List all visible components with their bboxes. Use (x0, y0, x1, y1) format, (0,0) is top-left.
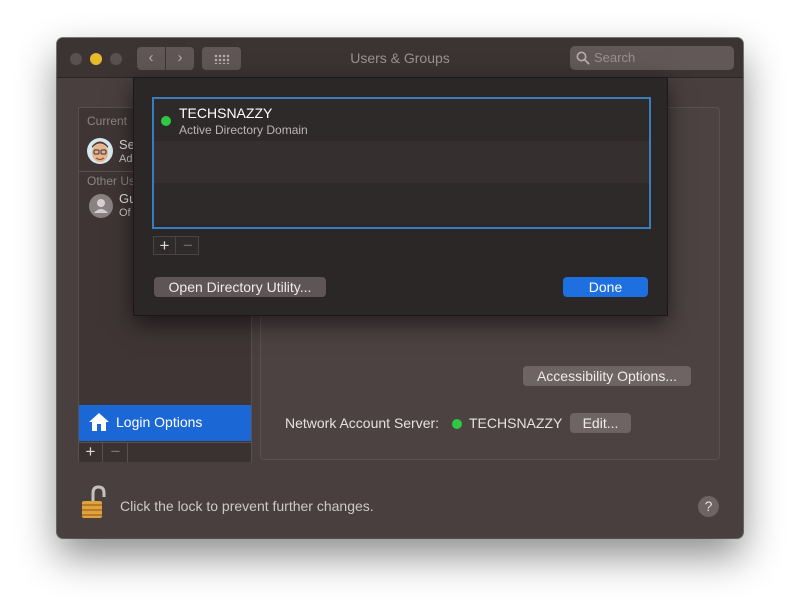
avatar (87, 138, 113, 164)
current-user-section-label: Current (87, 114, 128, 128)
server-list[interactable]: TECHSNAZZY Active Directory Domain (152, 97, 651, 229)
search-placeholder: Search (594, 50, 636, 65)
user-role: Of (119, 207, 131, 219)
open-directory-utility-button[interactable]: Open Directory Utility... (154, 277, 326, 297)
network-account-servers-sheet: TECHSNAZZY Active Directory Domain + − O… (133, 77, 668, 316)
network-account-server-label: Network Account Server: (285, 415, 440, 431)
remove-user-button[interactable]: − (104, 443, 128, 462)
house-icon (89, 413, 109, 431)
add-server-button[interactable]: + (154, 237, 176, 254)
add-user-button[interactable]: + (79, 443, 103, 462)
status-indicator-icon (452, 419, 462, 429)
connected-status-icon (161, 116, 171, 126)
login-options-label: Login Options (116, 414, 203, 430)
lock-icon[interactable] (79, 485, 107, 519)
remove-server-button[interactable]: − (177, 237, 199, 254)
empty-row (154, 141, 649, 183)
sidebar-toolbar: + − (79, 442, 251, 462)
done-button[interactable]: Done (563, 277, 648, 297)
server-name: TECHSNAZZY (179, 105, 273, 121)
empty-row (154, 183, 649, 225)
accessibility-options-button[interactable]: Accessibility Options... (523, 366, 691, 386)
help-button[interactable]: ? (698, 496, 719, 517)
guest-avatar-icon (89, 194, 113, 218)
memoji-icon (92, 141, 108, 162)
edit-server-button[interactable]: Edit... (570, 413, 631, 433)
lock-status-text: Click the lock to prevent further change… (120, 498, 374, 514)
title-bar: ‹ › Users & Groups Search (57, 38, 743, 78)
server-type: Active Directory Domain (179, 123, 308, 137)
network-account-server-value: TECHSNAZZY (469, 415, 563, 431)
server-list-toolbar: + − (153, 236, 199, 255)
search-icon (576, 51, 590, 65)
search-field[interactable]: Search (570, 46, 734, 70)
sidebar-item-login-options[interactable]: Login Options (79, 405, 251, 441)
list-item[interactable]: TECHSNAZZY Active Directory Domain (154, 99, 649, 141)
